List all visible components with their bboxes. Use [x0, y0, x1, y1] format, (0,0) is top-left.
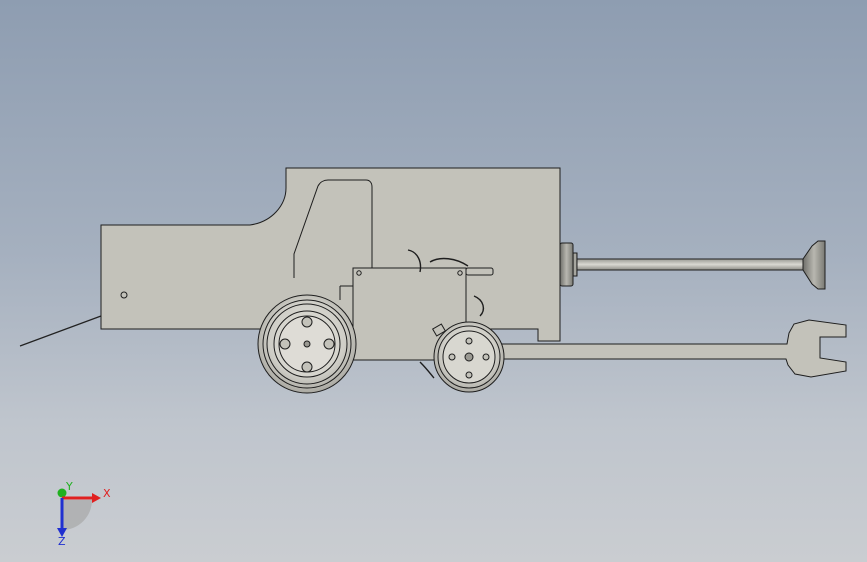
- x-arrow-icon: [92, 493, 101, 503]
- y-axis-label: Y: [65, 480, 73, 493]
- triad-shade: [62, 500, 92, 530]
- x-axis-label: X: [103, 487, 111, 500]
- z-axis-label: Z: [58, 535, 66, 548]
- cad-viewport[interactable]: X Y Z: [0, 0, 867, 562]
- axis-triad[interactable]: X Y Z: [0, 0, 867, 562]
